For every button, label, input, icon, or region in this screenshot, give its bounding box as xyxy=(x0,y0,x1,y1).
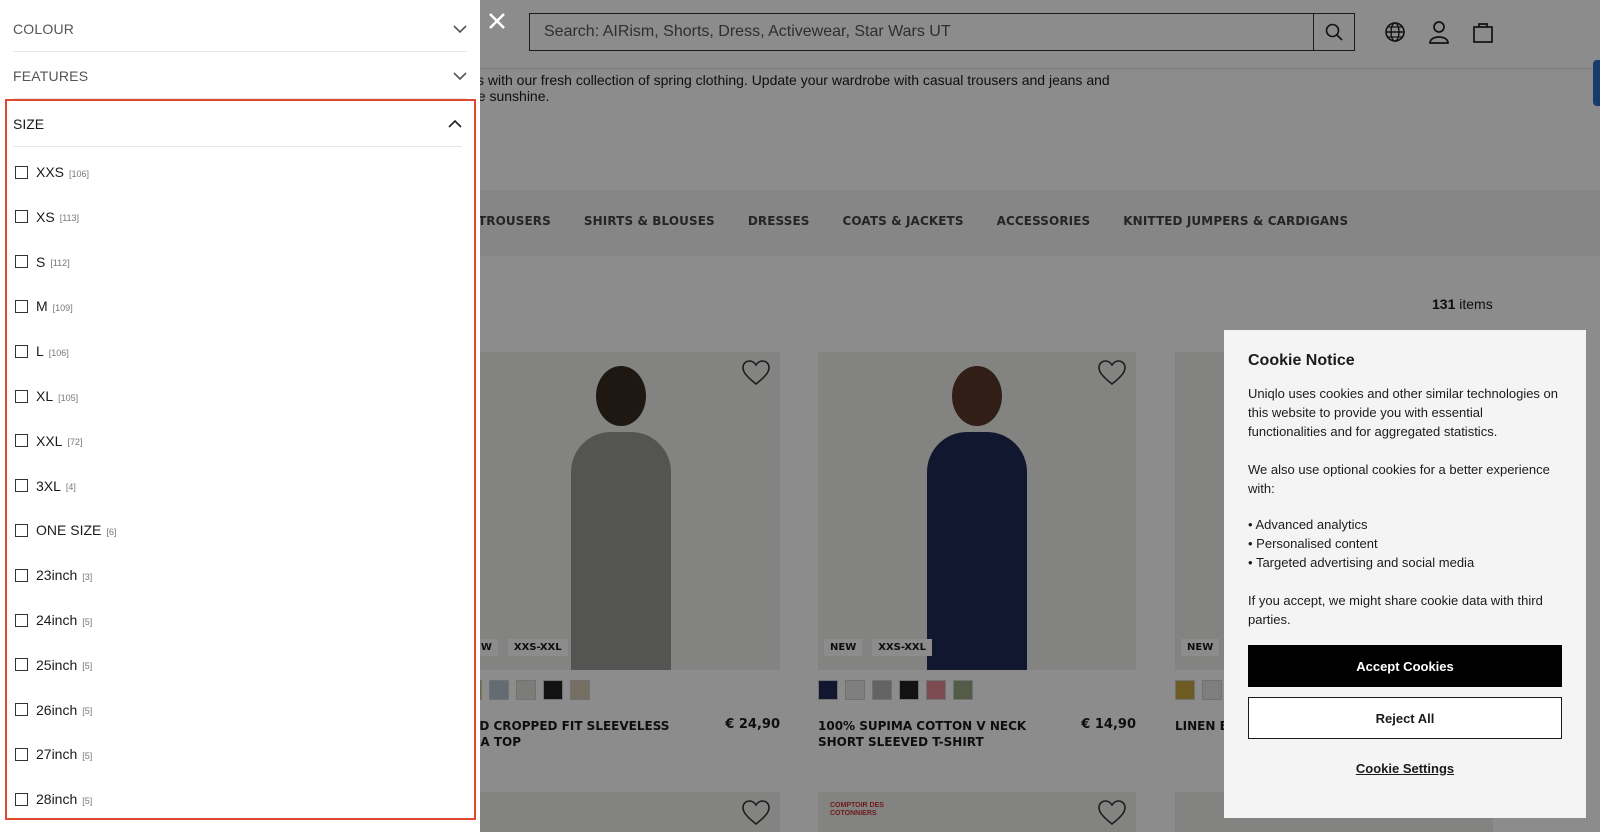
filter-colour[interactable]: COLOUR xyxy=(13,6,467,52)
filter-size-label: SIZE xyxy=(13,115,45,132)
size-checkbox[interactable] xyxy=(15,434,28,448)
size-option[interactable]: M [109] xyxy=(15,296,73,316)
size-option[interactable]: 3XL [4] xyxy=(15,476,76,496)
size-option[interactable]: ONE SIZE [6] xyxy=(15,520,116,540)
size-option-label: XXL xyxy=(36,432,63,449)
cookie-bullet: Personalised content xyxy=(1248,534,1562,553)
size-option-label: M xyxy=(36,298,48,315)
close-filter-button[interactable] xyxy=(484,8,510,34)
reject-all-button[interactable]: Reject All xyxy=(1248,697,1562,739)
size-option[interactable]: 24inch [5] xyxy=(15,610,92,630)
size-checkbox[interactable] xyxy=(15,523,28,537)
size-option-label: XS xyxy=(36,208,55,225)
size-option-count: [106] xyxy=(69,168,90,179)
size-option-count: [4] xyxy=(65,482,76,493)
size-checkbox[interactable] xyxy=(15,389,28,403)
chevron-down-icon xyxy=(453,24,467,33)
filter-features[interactable]: FEATURES xyxy=(13,53,467,99)
size-option-label: XL xyxy=(36,388,54,404)
cookie-bullet: Advanced analytics xyxy=(1248,515,1562,534)
size-checkbox[interactable] xyxy=(15,165,28,179)
size-option-count: [109] xyxy=(52,302,73,313)
size-option-label: 23inch xyxy=(36,567,78,584)
size-option-count: [113] xyxy=(59,213,80,224)
cookie-notice: Cookie Notice Uniqlo uses cookies and ot… xyxy=(1224,330,1586,818)
close-icon xyxy=(489,13,505,29)
size-checkbox[interactable] xyxy=(15,703,28,717)
size-option-label: ONE SIZE xyxy=(36,522,102,539)
accept-cookies-button[interactable]: Accept Cookies xyxy=(1248,645,1562,687)
size-option[interactable]: 28inch [5] xyxy=(15,789,92,809)
size-option[interactable]: XL [105] xyxy=(15,386,78,406)
size-option-count: [6] xyxy=(106,526,117,537)
size-option[interactable]: 25inch [5] xyxy=(15,655,92,675)
filter-panel: COLOUR FEATURES SIZE XXS [106] XS [113] S [11… xyxy=(0,0,480,832)
size-option[interactable]: 26inch [5] xyxy=(15,700,92,720)
size-option-label: 24inch xyxy=(36,612,78,628)
size-option[interactable]: S [112] xyxy=(15,252,70,272)
size-option[interactable]: XXS [106] xyxy=(15,162,89,182)
cookie-text: If you accept, we might share cookie dat… xyxy=(1248,593,1543,627)
size-option-count: [106] xyxy=(48,347,69,358)
size-option-label: 26inch xyxy=(36,701,78,718)
size-option-count: [5] xyxy=(82,661,93,672)
size-option-label: 3XL xyxy=(36,477,61,494)
size-option[interactable]: XXL [72] xyxy=(15,431,82,451)
size-checkbox[interactable] xyxy=(15,344,28,358)
cookie-title: Cookie Notice xyxy=(1248,352,1355,369)
size-checkbox[interactable] xyxy=(15,210,28,224)
filter-size-header[interactable]: SIZE xyxy=(13,101,462,147)
size-checkbox[interactable] xyxy=(15,792,28,806)
size-checkbox[interactable] xyxy=(15,479,28,493)
size-option-label: 28inch xyxy=(36,791,78,808)
size-option[interactable]: XS [113] xyxy=(15,207,79,227)
size-option-label: XXS xyxy=(36,164,65,180)
size-checkbox[interactable] xyxy=(15,658,28,672)
size-checkbox[interactable] xyxy=(15,613,28,627)
size-checkbox[interactable] xyxy=(15,255,28,269)
size-option-count: [112] xyxy=(50,258,70,269)
filter-size-section: SIZE XXS [106] XS [113] S [112] M [109] L [106] XL… xyxy=(5,99,476,820)
chevron-down-icon xyxy=(453,71,467,80)
chevron-up-icon xyxy=(448,119,462,128)
size-option-label: 25inch xyxy=(36,656,78,673)
cookie-text: We also use optional cookies for a bette… xyxy=(1248,462,1550,496)
cookie-settings-link[interactable]: Cookie Settings xyxy=(1248,761,1562,776)
size-option-label: L xyxy=(36,343,44,360)
size-option-count: [105] xyxy=(58,392,79,403)
size-option-count: [72] xyxy=(67,437,83,448)
size-option[interactable]: 23inch [3] xyxy=(15,565,92,585)
size-checkbox[interactable] xyxy=(15,747,28,761)
size-option-count: [5] xyxy=(82,750,93,761)
cookie-bullet-list: Advanced analytics Personalised content … xyxy=(1248,515,1562,572)
filter-colour-label: COLOUR xyxy=(13,20,75,37)
size-option-label: S xyxy=(36,253,46,270)
size-checkbox[interactable] xyxy=(15,299,28,313)
size-option-count: [3] xyxy=(82,571,93,582)
cookie-bullet: Targeted advertising and social media xyxy=(1248,553,1562,572)
filter-features-label: FEATURES xyxy=(13,67,89,84)
size-option-count: [5] xyxy=(82,795,93,806)
size-option-label: 27inch xyxy=(36,746,78,763)
size-option[interactable]: 27inch [5] xyxy=(15,744,92,764)
size-option-count: [5] xyxy=(82,706,93,717)
size-option-count: [5] xyxy=(82,616,93,627)
size-option[interactable]: L [106] xyxy=(15,341,69,361)
cookie-text: Uniqlo uses cookies and other similar te… xyxy=(1248,386,1559,439)
size-checkbox[interactable] xyxy=(15,568,28,582)
